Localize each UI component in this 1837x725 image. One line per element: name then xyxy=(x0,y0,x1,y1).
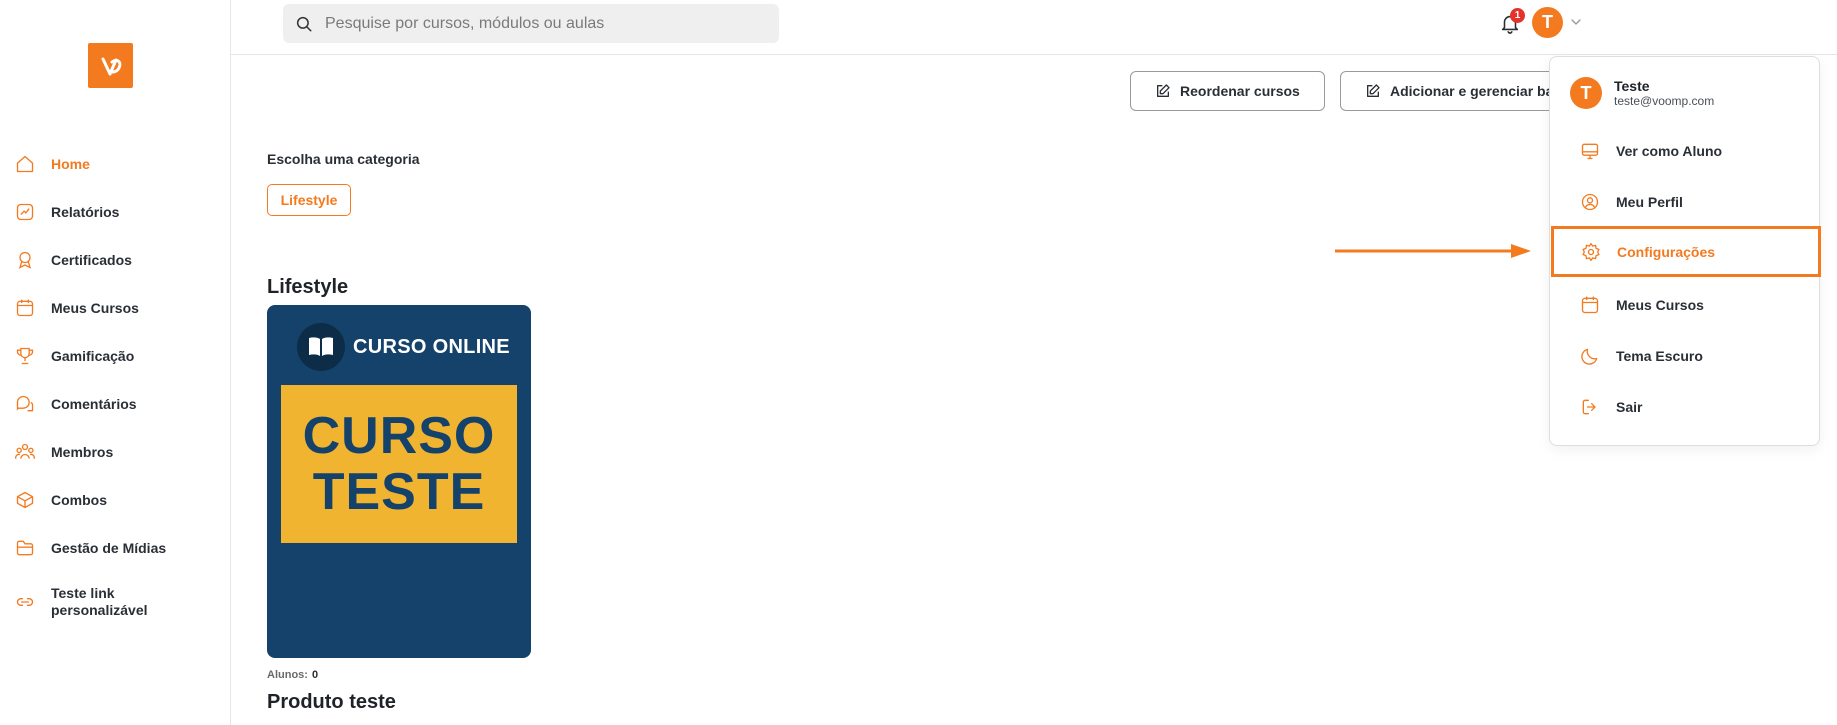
search-box[interactable] xyxy=(283,4,779,43)
calendar-icon xyxy=(1580,295,1600,315)
folder-icon xyxy=(14,537,36,559)
sidebar-item-label: Gamificação xyxy=(51,347,135,364)
moon-icon xyxy=(1580,346,1600,366)
category-chip-lifestyle[interactable]: Lifestyle xyxy=(267,184,351,216)
trophy-icon xyxy=(14,345,36,367)
gear-icon xyxy=(1581,242,1601,262)
book-icon xyxy=(297,323,345,371)
sidebar-item-label: Combos xyxy=(51,491,107,508)
sidebar-item-gamificacao[interactable]: Gamificação xyxy=(0,332,230,380)
menu-item-label: Meus Cursos xyxy=(1616,296,1704,313)
card-badge: CURSO ONLINE xyxy=(297,323,510,371)
edit-icon xyxy=(1367,84,1380,97)
manage-banner-button[interactable]: Adicionar e gerenciar banner xyxy=(1340,71,1570,111)
logo-icon xyxy=(101,57,121,75)
students-count: Alunos: 0 xyxy=(267,669,318,681)
students-label: Alunos: xyxy=(267,669,308,681)
menu-item-label: Sair xyxy=(1616,398,1643,415)
reorder-courses-button[interactable]: Reordenar cursos xyxy=(1130,71,1325,111)
chevron-down-icon[interactable] xyxy=(1568,14,1584,30)
sidebar-item-gestao-midias[interactable]: Gestão de Mídias xyxy=(0,524,230,572)
sidebar-item-label: Gestão de Mídias xyxy=(51,539,167,556)
monitor-icon xyxy=(1580,141,1600,161)
calendar-icon xyxy=(14,297,36,319)
chart-icon xyxy=(14,201,36,223)
students-value: 0 xyxy=(311,669,319,681)
menu-item-label: Configurações xyxy=(1617,243,1716,260)
user-circle-icon xyxy=(1580,192,1600,212)
comments-icon xyxy=(14,393,36,415)
sidebar-item-label: Meus Cursos xyxy=(51,299,139,316)
search-icon xyxy=(296,16,312,31)
user-name: Teste xyxy=(1614,78,1650,94)
menu-item-label: Tema Escuro xyxy=(1616,347,1703,364)
sidebar-item-teste-link[interactable]: Teste link personalizável xyxy=(0,572,230,632)
menu-item-meus-cursos[interactable]: Meus Cursos xyxy=(1550,279,1821,330)
section-title: Lifestyle xyxy=(267,276,349,298)
home-icon xyxy=(14,153,36,175)
sidebar-item-label: Home xyxy=(51,155,90,172)
course-card[interactable]: CURSO ONLINE CURSO TESTE xyxy=(267,305,531,658)
sidebar-item-relatorios[interactable]: Relatórios xyxy=(0,188,230,236)
top-bar xyxy=(231,0,1837,55)
edit-icon xyxy=(1157,84,1170,97)
avatar: T xyxy=(1570,77,1602,109)
card-cover-line-1: CURSO xyxy=(302,407,496,465)
arrow-annotation-icon xyxy=(1335,244,1531,258)
link-icon xyxy=(14,591,36,613)
sidebar-item-meus-cursos[interactable]: Meus Cursos xyxy=(0,284,230,332)
award-icon xyxy=(14,249,36,271)
user-email: teste@voomp.com xyxy=(1614,94,1715,108)
search-input[interactable] xyxy=(325,14,765,33)
logout-icon xyxy=(1580,397,1600,417)
sidebar-item-membros[interactable]: Membros xyxy=(0,428,230,476)
manage-banner-label: Adicionar e gerenciar banner xyxy=(1390,83,1570,99)
sidebar-item-comentarios[interactable]: Comentários xyxy=(0,380,230,428)
menu-item-configuracoes[interactable]: Configurações xyxy=(1551,226,1821,277)
sidebar-item-home[interactable]: Home xyxy=(0,140,230,188)
sidebar-item-label: Comentários xyxy=(51,395,137,412)
user-avatar-button[interactable]: T xyxy=(1532,7,1563,38)
menu-item-label: Meu Perfil xyxy=(1616,193,1683,210)
card-cover-title: CURSO TESTE xyxy=(281,385,517,543)
box-icon xyxy=(14,489,36,511)
sidebar-item-label: Membros xyxy=(51,443,114,460)
notification-badge: 1 xyxy=(1510,8,1525,23)
card-badge-text: CURSO ONLINE xyxy=(353,335,510,358)
menu-item-ver-como-aluno[interactable]: Ver como Aluno xyxy=(1550,125,1821,176)
menu-item-label: Ver como Aluno xyxy=(1616,142,1723,159)
product-title[interactable]: Produto teste xyxy=(267,691,396,714)
sidebar: Home Relatórios Certificados Meus Cursos… xyxy=(0,0,231,725)
sidebar-item-certificados[interactable]: Certificados xyxy=(0,236,230,284)
user-dropdown-menu: T Teste teste@voomp.com Ver como Aluno M… xyxy=(1549,56,1821,446)
category-prompt: Escolha uma categoria xyxy=(267,151,420,167)
sidebar-item-label: Relatórios xyxy=(51,203,120,220)
menu-item-tema-escuro[interactable]: Tema Escuro xyxy=(1550,330,1821,381)
sidebar-nav: Home Relatórios Certificados Meus Cursos… xyxy=(0,140,230,632)
card-cover-line-2: TESTE xyxy=(312,463,486,521)
dropdown-user-info: T Teste teste@voomp.com xyxy=(1570,77,1714,109)
brand-logo[interactable] xyxy=(88,43,133,88)
sidebar-item-label: Certificados xyxy=(51,251,132,268)
sidebar-item-label: Teste link personalizável xyxy=(51,585,148,618)
members-icon xyxy=(14,441,36,463)
reorder-courses-label: Reordenar cursos xyxy=(1180,83,1300,99)
menu-item-meu-perfil[interactable]: Meu Perfil xyxy=(1550,176,1821,227)
sidebar-item-combos[interactable]: Combos xyxy=(0,476,230,524)
menu-item-sair[interactable]: Sair xyxy=(1550,381,1821,432)
